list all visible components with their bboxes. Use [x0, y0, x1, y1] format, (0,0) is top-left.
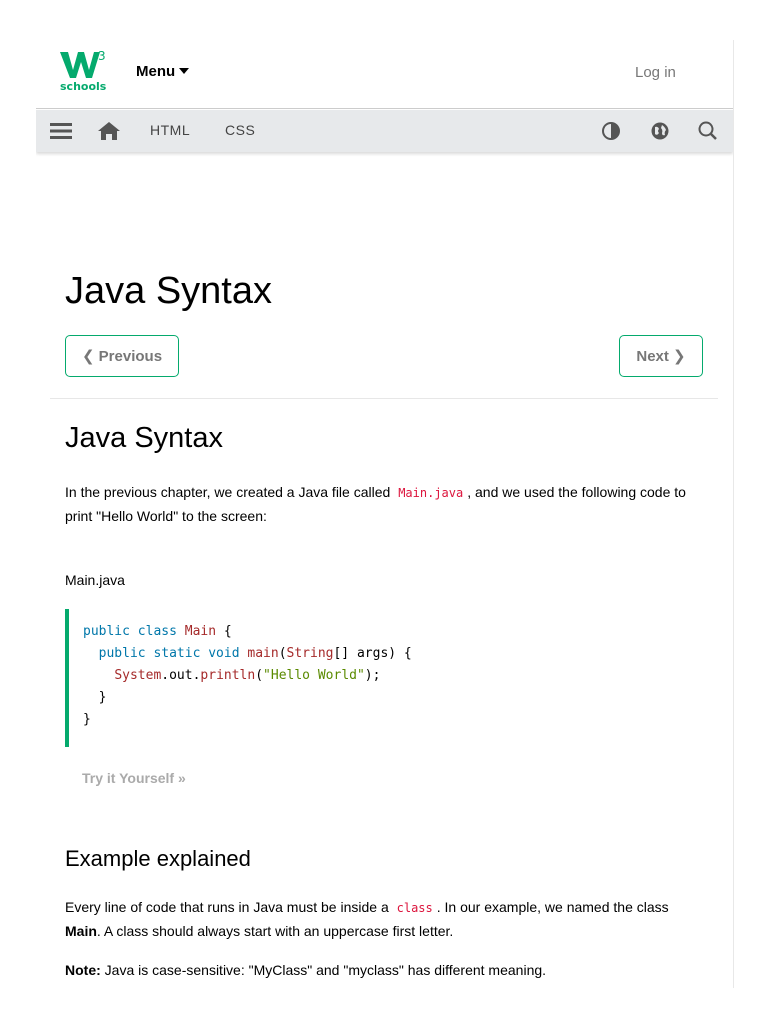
previous-button[interactable]: ❮ Previous — [65, 335, 179, 377]
contrast-icon[interactable] — [598, 118, 624, 144]
nav-link-html[interactable]: HTML — [150, 122, 190, 138]
note-text: Java is case-sensitive: "MyClass" and "m… — [100, 962, 547, 978]
hamburger-icon[interactable] — [48, 118, 74, 144]
page-title: Java Syntax — [65, 270, 272, 312]
explained-text-1: Every line of code that runs in Java mus… — [65, 899, 393, 915]
svg-text:3: 3 — [98, 50, 106, 63]
page-container: 3 schools Menu Log in HTML CSS Java Synt… — [36, 40, 734, 988]
inline-code-class: class — [392, 901, 437, 915]
divider — [50, 398, 718, 399]
intro-text-1: In the previous chapter, we created a Ja… — [65, 484, 395, 500]
note-paragraph: Note: Java is case-sensitive: "MyClass" … — [65, 959, 705, 982]
explained-text-2: . In our example, we named the class — [436, 899, 669, 915]
inline-code-main-java: Main.java — [394, 486, 468, 500]
navbar: HTML CSS — [36, 110, 733, 152]
section-title: Java Syntax — [65, 422, 223, 454]
note-label: Note: — [65, 962, 101, 978]
top-bar: 3 schools Menu Log in — [36, 40, 733, 109]
intro-paragraph: In the previous chapter, we created a Ja… — [65, 481, 705, 528]
login-button[interactable]: Log in — [635, 64, 676, 81]
class-name-main: Main — [65, 923, 97, 939]
code-example: public class Main { public static void m… — [65, 609, 705, 747]
home-icon[interactable] — [96, 118, 122, 144]
explained-text-3: . A class should always start with an up… — [96, 923, 454, 939]
explained-paragraph: Every line of code that runs in Java mus… — [65, 896, 705, 943]
globe-icon[interactable] — [647, 118, 673, 144]
example-explained-heading: Example explained — [65, 846, 251, 871]
nav-link-css[interactable]: CSS — [225, 122, 255, 138]
try-it-yourself-button[interactable]: Try it Yourself » — [82, 770, 186, 786]
search-icon[interactable] — [695, 118, 721, 144]
caret-down-icon — [179, 68, 190, 74]
menu-label: Menu — [136, 63, 176, 80]
next-button[interactable]: Next ❯ — [619, 335, 703, 377]
logo-text: schools — [60, 80, 107, 93]
example-filename: Main.java — [65, 572, 125, 588]
menu-button[interactable]: Menu — [136, 63, 190, 80]
